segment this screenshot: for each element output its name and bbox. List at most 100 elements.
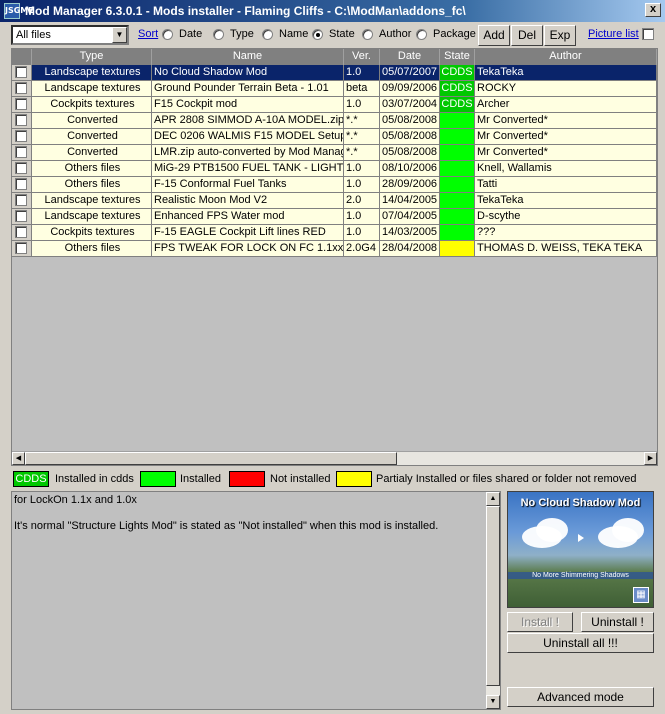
cell-state bbox=[440, 145, 475, 161]
vertical-scrollbar[interactable]: ▲ ▼ bbox=[486, 492, 500, 709]
cell-state: CDDS bbox=[440, 65, 475, 81]
scroll-up-icon[interactable]: ▲ bbox=[486, 492, 500, 506]
close-button[interactable]: x bbox=[645, 3, 661, 17]
scroll-left-icon[interactable]: ◀ bbox=[12, 452, 25, 465]
table-row[interactable]: Converted APR 2808 SIMMOD A-10A MODEL.zip… bbox=[12, 113, 657, 129]
column-header-state[interactable]: State bbox=[440, 49, 475, 65]
row-checkbox[interactable] bbox=[12, 161, 32, 177]
table-row[interactable]: Converted DEC 0206 WALMIS F15 MODEL Setup… bbox=[12, 129, 657, 145]
row-checkbox-box[interactable] bbox=[15, 146, 27, 158]
row-checkbox-box[interactable] bbox=[15, 130, 27, 142]
sort-radio-author[interactable]: Author bbox=[362, 28, 411, 40]
cell-name: FPS TWEAK FOR LOCK ON FC 1.1xx v2 bbox=[152, 241, 344, 257]
cell-author: Tatti bbox=[475, 177, 657, 193]
radio-indicator[interactable] bbox=[312, 28, 323, 40]
cell-name: F-15 Conformal Fuel Tanks bbox=[152, 177, 344, 193]
row-checkbox[interactable] bbox=[12, 97, 32, 113]
sort-radio-name[interactable]: Name bbox=[262, 28, 308, 40]
sort-radio-date[interactable]: Date bbox=[162, 28, 202, 40]
row-checkbox-box[interactable] bbox=[15, 98, 27, 110]
table-row[interactable]: Cockpits textures F-15 EAGLE Cockpit Lift… bbox=[12, 225, 657, 241]
scroll-thumb[interactable] bbox=[486, 506, 500, 686]
row-checkbox-box[interactable] bbox=[15, 82, 27, 94]
cell-author: Mr Converted* bbox=[475, 129, 657, 145]
row-checkbox-box[interactable] bbox=[15, 194, 27, 206]
legend-partial-swatch bbox=[336, 471, 372, 487]
row-checkbox[interactable] bbox=[12, 81, 32, 97]
install-button[interactable]: Install ! bbox=[507, 612, 573, 632]
radio-indicator[interactable] bbox=[162, 28, 173, 40]
scroll-down-icon[interactable]: ▼ bbox=[486, 695, 500, 709]
radio-indicator[interactable] bbox=[416, 28, 427, 40]
row-checkbox[interactable] bbox=[12, 129, 32, 145]
uninstall-button[interactable]: Uninstall ! bbox=[581, 612, 654, 632]
column-header-ver[interactable]: Ver. bbox=[344, 49, 380, 65]
row-checkbox-box[interactable] bbox=[15, 226, 27, 238]
radio-indicator[interactable] bbox=[213, 28, 224, 40]
row-checkbox[interactable] bbox=[12, 225, 32, 241]
row-checkbox[interactable] bbox=[12, 145, 32, 161]
row-checkbox-box[interactable] bbox=[15, 210, 27, 222]
row-checkbox[interactable] bbox=[12, 65, 32, 81]
table-row[interactable]: Converted LMR.zip auto-converted by Mod M… bbox=[12, 145, 657, 161]
cell-version: 2.0 bbox=[344, 193, 380, 209]
table-row[interactable]: Landscape textures Ground Pounder Terrain… bbox=[12, 81, 657, 97]
cell-type: Landscape textures bbox=[32, 193, 152, 209]
uninstall-all-button[interactable]: Uninstall all !!! bbox=[507, 633, 654, 653]
cell-type: Landscape textures bbox=[32, 81, 152, 97]
file-filter-select[interactable]: All files ▼ bbox=[11, 25, 129, 45]
table-row[interactable]: Others files F-15 Conformal Fuel Tanks 1.0… bbox=[12, 177, 657, 193]
description-panel[interactable]: for LockOn 1.1x and 1.0x It's normal "St… bbox=[11, 491, 501, 710]
window-title: Mod Manager 6.3.0.1 - Mods installer - F… bbox=[25, 4, 466, 18]
file-filter-value: All files bbox=[16, 29, 51, 41]
row-checkbox[interactable] bbox=[12, 209, 32, 225]
row-checkbox[interactable] bbox=[12, 193, 32, 209]
sort-radio-state[interactable]: State bbox=[312, 28, 355, 40]
radio-indicator[interactable] bbox=[362, 28, 373, 40]
exp-button[interactable]: Exp bbox=[544, 25, 576, 46]
picture-list-link[interactable]: Picture list bbox=[588, 28, 639, 40]
row-checkbox-box[interactable] bbox=[15, 162, 27, 174]
sort-link[interactable]: Sort bbox=[138, 28, 158, 40]
column-header-type[interactable]: Type bbox=[32, 49, 152, 65]
horizontal-scrollbar[interactable]: ◀ ▶ bbox=[12, 452, 657, 465]
table-row[interactable]: Others files MiG-29 PTB1500 FUEL TANK - L… bbox=[12, 161, 657, 177]
column-header-name[interactable]: Name bbox=[152, 49, 344, 65]
row-checkbox-box[interactable] bbox=[15, 114, 27, 126]
sort-radio-type[interactable]: Type bbox=[213, 28, 254, 40]
column-header-author[interactable]: Author bbox=[475, 49, 657, 65]
sort-radio-package[interactable]: Package bbox=[416, 28, 476, 40]
app-icon: JSGME bbox=[4, 3, 34, 19]
cell-author: TekaTeka bbox=[475, 65, 657, 81]
scroll-thumb[interactable] bbox=[25, 452, 397, 465]
row-checkbox-box[interactable] bbox=[15, 242, 27, 254]
row-checkbox[interactable] bbox=[12, 177, 32, 193]
radio-label: Author bbox=[379, 28, 412, 40]
header-checkbox-col bbox=[12, 49, 32, 65]
row-checkbox[interactable] bbox=[12, 113, 32, 129]
cell-state bbox=[440, 129, 475, 145]
gallery-icon[interactable]: ▦ bbox=[633, 587, 649, 603]
add-button[interactable]: Add bbox=[478, 25, 510, 46]
scroll-right-icon[interactable]: ▶ bbox=[644, 452, 657, 465]
table-row[interactable]: Landscape textures No Cloud Shadow Mod 1.0… bbox=[12, 65, 657, 81]
table-row[interactable]: Landscape textures Enhanced FPS Water mod… bbox=[12, 209, 657, 225]
cell-type: Landscape textures bbox=[32, 65, 152, 81]
table-row[interactable]: Landscape textures Realistic Moon Mod V2 2… bbox=[12, 193, 657, 209]
column-header-date[interactable]: Date bbox=[380, 49, 440, 65]
picture-list-checkbox[interactable] bbox=[642, 28, 654, 40]
chevron-down-icon[interactable]: ▼ bbox=[112, 27, 127, 43]
table-row[interactable]: Cockpits textures F15 Cockpit mod 1.0 03/07… bbox=[12, 97, 657, 113]
cell-state bbox=[440, 161, 475, 177]
advanced-mode-button[interactable]: Advanced mode bbox=[507, 687, 654, 707]
cell-version: 2.0G4 bbox=[344, 241, 380, 257]
del-button[interactable]: Del bbox=[511, 25, 543, 46]
radio-indicator[interactable] bbox=[262, 28, 273, 40]
cell-author: Archer bbox=[475, 97, 657, 113]
row-checkbox-box[interactable] bbox=[15, 66, 27, 78]
legend-cdds-swatch: CDDS bbox=[13, 471, 49, 487]
row-checkbox-box[interactable] bbox=[15, 178, 27, 190]
table-row[interactable]: Others files FPS TWEAK FOR LOCK ON FC 1.1… bbox=[12, 241, 657, 257]
row-checkbox[interactable] bbox=[12, 241, 32, 257]
cell-date: 03/07/2004 bbox=[380, 97, 440, 113]
